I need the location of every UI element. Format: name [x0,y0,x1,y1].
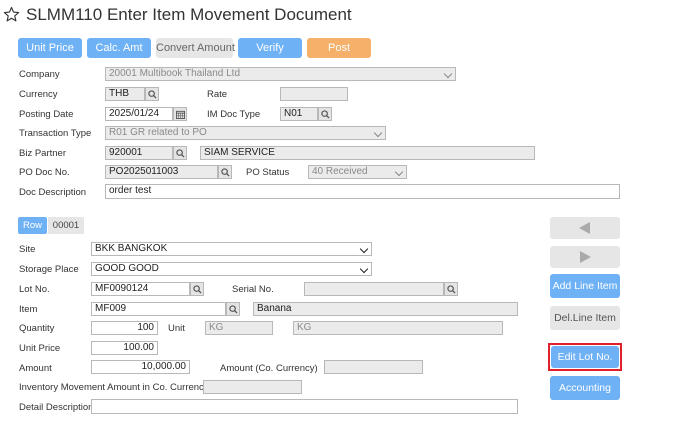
item-name-field: Banana [253,302,518,316]
quantity-label: Quantity [19,323,55,334]
amount-co-currency-label: Amount (Co. Currency) [220,363,318,374]
site-select[interactable]: BKK BANGKOK [91,242,372,256]
del-line-item-button[interactable]: Del.Line Item [550,306,620,330]
prev-row-button[interactable] [550,217,620,239]
unit-name-field: KG [293,321,503,335]
storage-place-label: Storage Place [19,264,79,275]
item-label: Item [19,304,38,315]
amount-label: Amount [19,363,52,374]
favorite-star-icon[interactable] [3,6,20,23]
arrow-right-icon [580,251,591,263]
rate-label: Rate [207,89,228,100]
chevron-down-icon [443,69,453,79]
convert-amount-button[interactable]: Convert Amount [156,38,235,58]
po-doc-no-label: PO Doc No. [19,167,70,178]
unit-label: Unit [168,323,185,334]
doc-description-field[interactable]: order test [105,184,620,199]
company-label: Company [19,69,60,80]
po-doc-no-field[interactable]: PO2025011003 [105,165,218,179]
biz-partner-search-icon[interactable] [173,146,187,160]
detail-description-field[interactable] [91,399,518,414]
po-status-select[interactable]: 40 Received [308,165,407,179]
edit-lot-no-button[interactable]: Edit Lot No. [551,346,619,368]
chevron-down-icon [373,128,383,138]
serial-no-search-icon[interactable] [444,282,458,296]
next-row-button[interactable] [550,246,620,268]
im-doc-type-field[interactable]: N01 [280,107,318,121]
detail-description-label: Detail Description [19,402,94,413]
tab-row[interactable]: Row [18,217,47,234]
calendar-icon[interactable] [173,107,187,121]
transaction-type-label: Transaction Type [19,128,92,139]
transaction-type-select[interactable]: R01 GR related to PO [105,126,386,140]
accounting-button[interactable]: Accounting [550,376,620,400]
doc-description-label: Doc Description [19,187,87,198]
currency-search-icon[interactable] [145,87,159,101]
site-label: Site [19,244,36,255]
unit-price-label: Unit Price [19,343,61,354]
im-doc-type-label: IM Doc Type [207,109,261,120]
im-doc-type-search-icon[interactable] [318,107,332,121]
serial-no-label: Serial No. [232,284,274,295]
unit-price-button[interactable]: Unit Price [18,38,82,58]
serial-no-field [304,282,444,296]
item-code-field[interactable]: MF009 [91,302,226,316]
biz-partner-label: Biz Partner [19,148,66,159]
calc-amt-button[interactable]: Calc. Amt [87,38,151,58]
amount-co-currency-field [324,360,423,374]
amount-field[interactable]: 10,000.00 [91,360,190,374]
po-status-label: PO Status [246,167,290,178]
posting-date-label: Posting Date [19,109,74,120]
unit-price-field[interactable]: 100.00 [91,341,158,355]
add-line-item-button[interactable]: Add Line Item [550,274,620,298]
posting-date-field[interactable]: 2025/01/24 [105,107,173,121]
unit-code-field: KG [205,321,273,335]
tab-row-number[interactable]: 00001 [48,217,84,234]
currency-label: Currency [19,89,58,100]
arrow-left-icon [579,222,590,234]
biz-partner-code-field[interactable]: 920001 [105,146,173,160]
chevron-down-icon [359,244,369,254]
storage-place-select[interactable]: GOOD GOOD [91,262,372,276]
quantity-field[interactable]: 100 [91,321,158,335]
page-title: SLMM110 Enter Item Movement Document [26,5,352,24]
inventory-movement-amount-label: Inventory Movement Amount in Co. Currenc… [19,382,209,393]
currency-field[interactable]: THB [105,87,145,101]
rate-field [280,87,348,101]
biz-partner-name-field: SIAM SERVICE [200,146,535,160]
chevron-down-icon [359,264,369,274]
lot-no-label: Lot No. [19,284,50,295]
post-button[interactable]: Post [307,38,371,58]
chevron-down-icon [394,167,404,177]
inventory-movement-amount-field [203,380,302,394]
lot-no-field[interactable]: MF0090124 [91,282,190,296]
verify-button[interactable]: Verify [238,38,302,58]
company-select[interactable]: 20001 Multibook Thailand Ltd [105,67,456,81]
lot-no-search-icon[interactable] [190,282,204,296]
item-search-icon[interactable] [226,302,240,316]
po-doc-no-search-icon[interactable] [218,165,232,179]
